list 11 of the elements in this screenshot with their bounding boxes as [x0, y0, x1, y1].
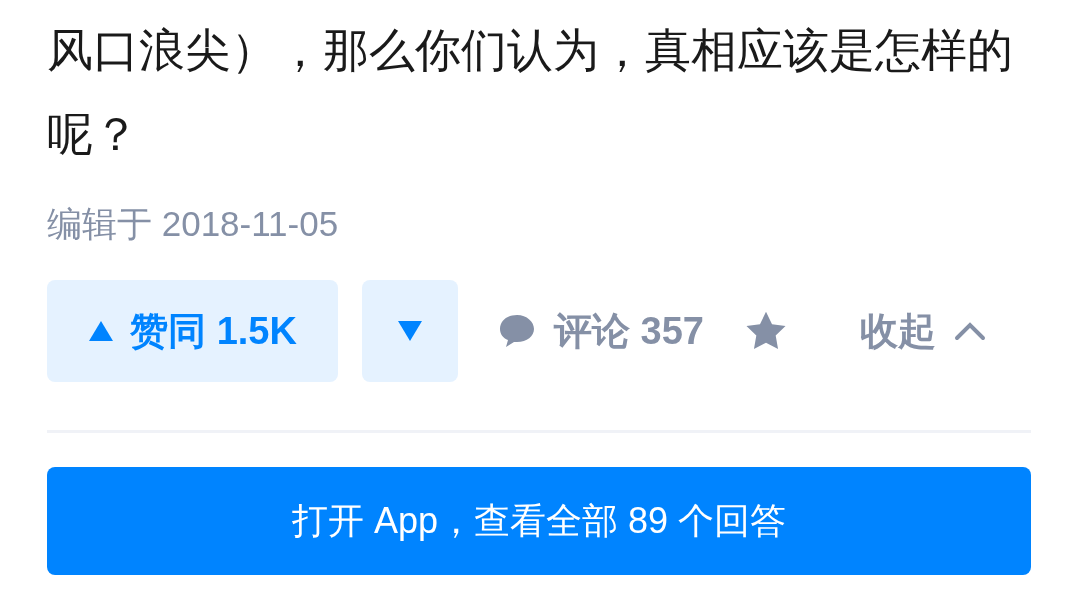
open-app-button[interactable]: 打开 App，查看全部 89 个回答	[47, 467, 1031, 575]
comments-button[interactable]: 评论 357	[498, 305, 704, 357]
upvote-button[interactable]: 赞同 1.5K	[47, 280, 338, 382]
triangle-down-icon	[397, 320, 423, 342]
collapse-button[interactable]: 收起	[859, 305, 986, 357]
downvote-button[interactable]	[362, 280, 458, 382]
speech-bubble-icon	[498, 313, 536, 349]
chevron-up-icon	[953, 321, 986, 341]
triangle-up-icon	[88, 320, 115, 342]
question-text: 风口浪尖），那么你们认为，真相应该是怎样的呢？	[47, 23, 1014, 162]
edit-date: 编辑于 2018-11-05	[47, 203, 340, 245]
